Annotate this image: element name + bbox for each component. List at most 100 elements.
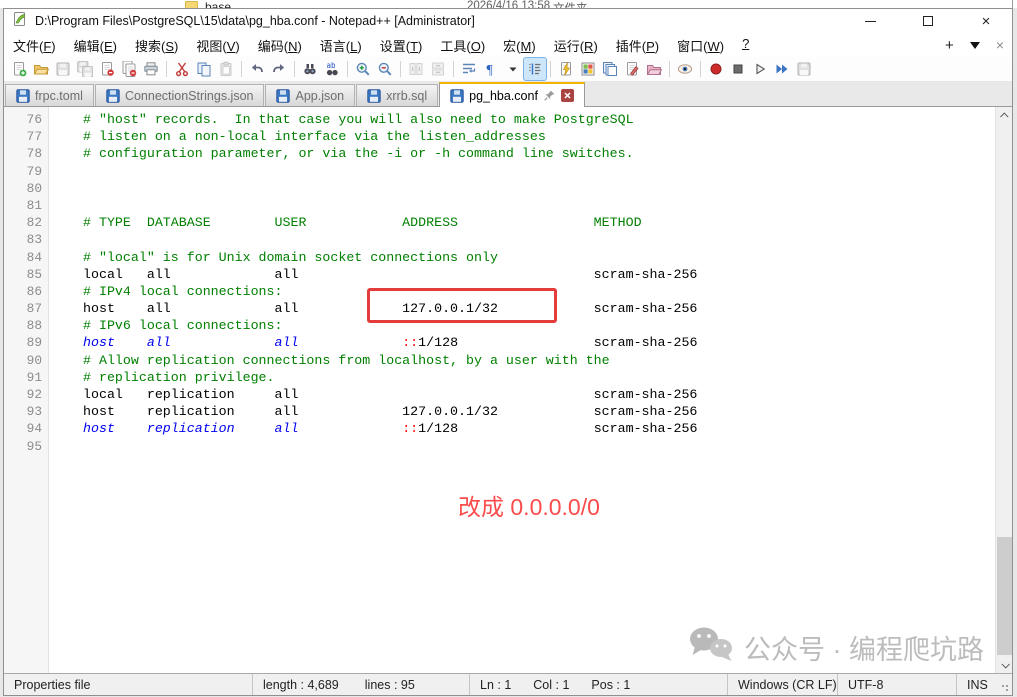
stop-macro-icon[interactable] xyxy=(727,58,749,80)
toolbar-separator xyxy=(294,61,295,77)
paste-icon xyxy=(215,58,237,80)
zoom-out-icon[interactable] xyxy=(374,58,396,80)
code-text[interactable]: # "host" records. In that case you will … xyxy=(83,111,697,455)
line-number: 94 xyxy=(4,420,42,437)
play-macro-icon[interactable] xyxy=(749,58,771,80)
record-macro-icon[interactable] xyxy=(705,58,727,80)
menu-item-e[interactable]: 编辑(E) xyxy=(65,34,126,57)
toolbar-separator xyxy=(241,61,242,77)
line-number: 91 xyxy=(4,369,42,386)
highlight-box-annotation xyxy=(367,288,557,323)
close-icon[interactable] xyxy=(96,58,118,80)
open-file-icon[interactable] xyxy=(30,58,52,80)
tab-connectionstrings-json[interactable]: ConnectionStrings.json xyxy=(95,84,265,106)
pin-tab-icon[interactable] xyxy=(543,89,556,102)
saved-file-icon xyxy=(450,89,464,103)
close-button[interactable]: × xyxy=(974,10,998,32)
menu-item-w[interactable]: 窗口(W) xyxy=(668,34,733,57)
line-number: 93 xyxy=(4,403,42,420)
monitor-eye-icon[interactable] xyxy=(674,58,696,80)
show-all-chars-icon[interactable]: ¶ xyxy=(480,58,502,80)
line-number: 89 xyxy=(4,334,42,351)
menu-item-s[interactable]: 搜索(S) xyxy=(126,34,187,57)
menu-bar: 文件(F)编辑(E)搜索(S)视图(V)编码(N)语言(L)设置(T)工具(O)… xyxy=(4,33,1012,57)
find-icon[interactable] xyxy=(299,58,321,80)
status-lines: lines : 95 xyxy=(365,678,415,692)
tab-label: xrrb.sql xyxy=(386,89,427,103)
svg-text:¶: ¶ xyxy=(487,63,494,77)
scrollbar-thumb[interactable] xyxy=(997,537,1012,655)
status-encoding[interactable]: UTF-8 xyxy=(838,674,957,695)
word-wrap-icon[interactable] xyxy=(458,58,480,80)
indent-guide-icon[interactable] xyxy=(524,58,546,80)
line-number: 81 xyxy=(4,197,42,214)
redo-icon[interactable] xyxy=(268,58,290,80)
close-tab-icon[interactable] xyxy=(561,89,574,102)
status-doc-type: Properties file xyxy=(4,674,253,695)
toolbar: ab ¶ xyxy=(4,57,1012,82)
tab-pg-hba-conf[interactable]: pg_hba.conf xyxy=(439,82,585,107)
menu-item-o[interactable]: 工具(O) xyxy=(431,34,494,57)
status-caret-position: Ln : 1 Col : 1 Pos : 1 xyxy=(470,674,728,695)
status-ln: Ln : 1 xyxy=(480,678,511,692)
resize-grip[interactable] xyxy=(1001,684,1009,692)
menu-item-r[interactable]: 运行(R) xyxy=(545,34,607,57)
menu-item-t[interactable]: 设置(T) xyxy=(371,34,432,57)
menu-item-p[interactable]: 插件(P) xyxy=(607,34,668,57)
maximize-button[interactable] xyxy=(916,10,940,32)
run-macro-multiple-icon[interactable] xyxy=(771,58,793,80)
menu-item-help[interactable]: ? xyxy=(733,34,758,57)
toolbar-separator xyxy=(700,61,701,77)
print-icon[interactable] xyxy=(140,58,162,80)
minimize-button[interactable] xyxy=(858,10,882,32)
window-title: D:\Program Files\PostgreSQL\15\data\pg_h… xyxy=(35,14,475,28)
copy-icon[interactable] xyxy=(193,58,215,80)
doc-pen-icon[interactable] xyxy=(621,58,643,80)
code-line-82: # TYPE DATABASE USER ADDRESS METHOD xyxy=(83,214,697,231)
folder-pink-icon[interactable] xyxy=(643,58,665,80)
status-eol-format[interactable]: Windows (CR LF) xyxy=(728,674,838,695)
background-divider xyxy=(1012,0,1013,8)
menu-item-m[interactable]: 宏(M) xyxy=(494,34,545,57)
status-bar: Properties file length : 4,689 lines : 9… xyxy=(4,673,1012,695)
cut-icon[interactable] xyxy=(171,58,193,80)
editor-area[interactable]: 7677787980818283848586878889909192939495… xyxy=(4,107,1012,673)
new-tab-button[interactable]: + xyxy=(945,37,954,54)
close-all-icon[interactable] xyxy=(118,58,140,80)
status-length-lines: length : 4,689 lines : 95 xyxy=(253,674,470,695)
scroll-up-icon[interactable] xyxy=(996,107,1012,124)
tab-label: frpc.toml xyxy=(35,89,83,103)
background-date-text: 2026/4/16 13:58 xyxy=(467,0,550,8)
doc-lightning-icon[interactable] xyxy=(555,58,577,80)
vertical-scrollbar[interactable] xyxy=(995,107,1012,673)
menu-item-l[interactable]: 语言(L) xyxy=(311,34,371,57)
scroll-down-icon[interactable] xyxy=(996,656,1012,673)
sync-vertical-icon xyxy=(405,58,427,80)
line-number: 79 xyxy=(4,163,42,180)
dropdown-icon[interactable] xyxy=(502,58,524,80)
code-line-92: local replication all scram-sha-256 xyxy=(83,386,697,403)
tab-frpc-toml[interactable]: frpc.toml xyxy=(5,84,94,106)
line-number: 80 xyxy=(4,180,42,197)
code-line-84: # "local" is for Unix domain socket conn… xyxy=(83,249,697,266)
zoom-in-icon[interactable] xyxy=(352,58,374,80)
undo-icon[interactable] xyxy=(246,58,268,80)
close-tab-button[interactable]: × xyxy=(996,37,1004,53)
line-number: 76 xyxy=(4,111,42,128)
new-file-icon[interactable] xyxy=(8,58,30,80)
toolbar-separator xyxy=(166,61,167,77)
tab-list-dropdown-icon[interactable] xyxy=(970,42,980,49)
tab-app-json[interactable]: App.json xyxy=(265,84,355,106)
menu-item-f[interactable]: 文件(F) xyxy=(4,34,65,57)
doc-map-icon[interactable] xyxy=(577,58,599,80)
tab-xrrb-sql[interactable]: xrrb.sql xyxy=(356,84,438,106)
code-line-85: local all all scram-sha-256 xyxy=(83,266,697,283)
menu-item-n[interactable]: 编码(N) xyxy=(249,34,311,57)
saved-file-icon xyxy=(276,89,290,103)
line-numbers: 7677787980818283848586878889909192939495 xyxy=(4,111,42,455)
replace-icon[interactable]: ab xyxy=(321,58,343,80)
line-number: 90 xyxy=(4,352,42,369)
doc-stack-icon[interactable] xyxy=(599,58,621,80)
menu-item-v[interactable]: 视图(V) xyxy=(187,34,248,57)
background-kind-text: 文件夹 xyxy=(553,0,588,8)
